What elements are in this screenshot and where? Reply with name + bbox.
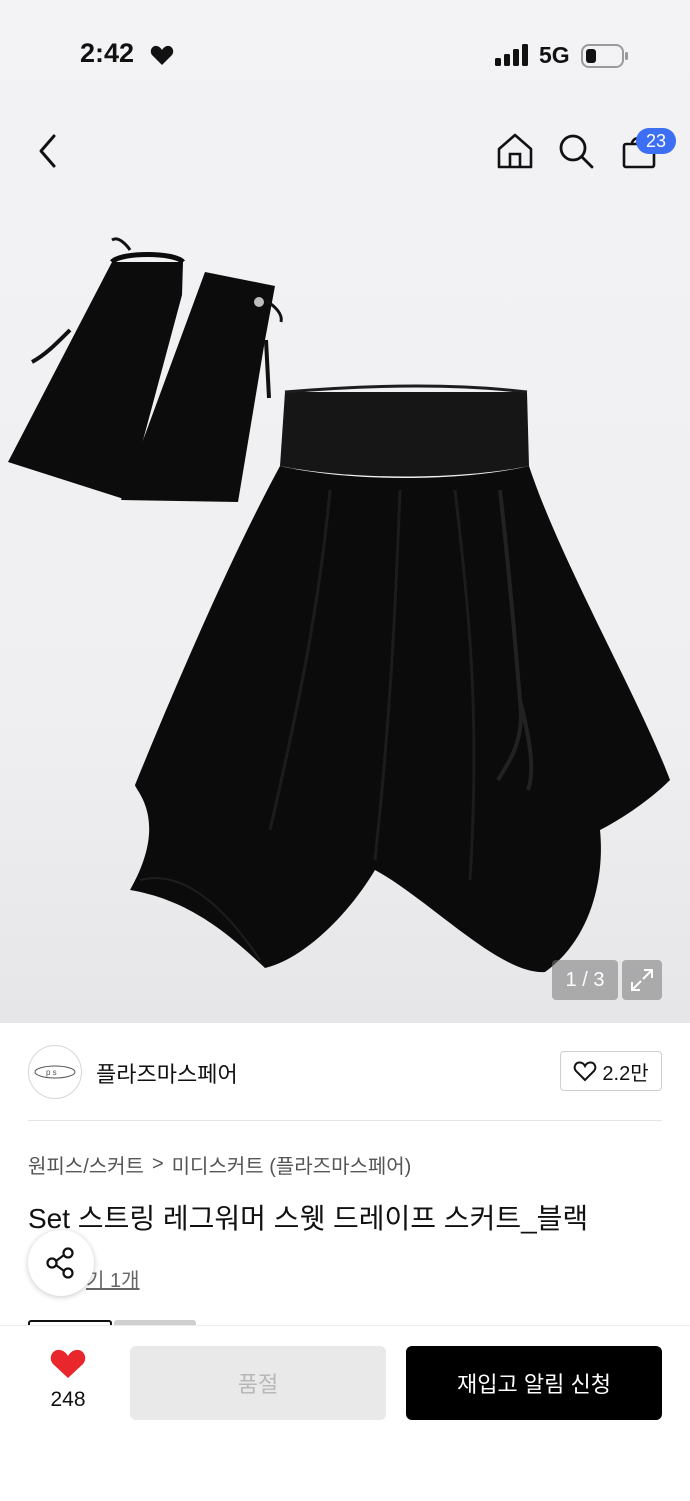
review-link[interactable]: 기 1개: [86, 1264, 139, 1293]
home-icon[interactable]: [496, 132, 534, 170]
heart-outline-icon: [574, 1061, 597, 1082]
breadcrumb: 원피스/스커트 > 미디스커트 (플라즈마스페어): [28, 1150, 411, 1179]
restock-alert-button[interactable]: 재입고 알림 신청: [406, 1346, 662, 1420]
status-time: 2:42: [80, 38, 135, 68]
breadcrumb-separator: >: [151, 1153, 164, 1175]
network-label: 5G: [539, 42, 570, 68]
search-icon[interactable]: [557, 132, 595, 170]
cart-count-badge: 23: [636, 128, 676, 154]
share-button[interactable]: [28, 1230, 94, 1296]
breadcrumb-category[interactable]: 원피스/스커트: [28, 1150, 144, 1179]
svg-text:p s: p s: [46, 1068, 57, 1077]
signal-icon: [495, 44, 528, 66]
shop-logo-mark: p s: [34, 1065, 76, 1079]
share-icon: [46, 1247, 74, 1279]
expand-button[interactable]: [622, 960, 662, 1000]
wish-heart-icon[interactable]: [50, 1348, 86, 1380]
breadcrumb-subcategory[interactable]: 미디스커트 (플라즈마스페어): [172, 1150, 412, 1179]
shop-like-count: 2.2만: [602, 1062, 649, 1085]
heart-icon: [150, 45, 174, 65]
wish-count: 248: [50, 1388, 86, 1411]
soldout-button: 품절: [130, 1346, 386, 1420]
shop-logo[interactable]: p s: [28, 1045, 82, 1099]
chevron-left-icon[interactable]: [34, 132, 62, 170]
expand-icon: [631, 969, 653, 991]
shop-name[interactable]: 플라즈마스페어: [96, 1057, 238, 1089]
shop-like-button[interactable]: 2.2만: [560, 1051, 662, 1091]
divider: [28, 1120, 662, 1121]
product-title: Set 스트링 레그워머 스웻 드레이프 스커트_블랙: [28, 1203, 589, 1234]
battery-icon: [581, 44, 628, 68]
image-counter: 1 / 3: [552, 960, 618, 1000]
